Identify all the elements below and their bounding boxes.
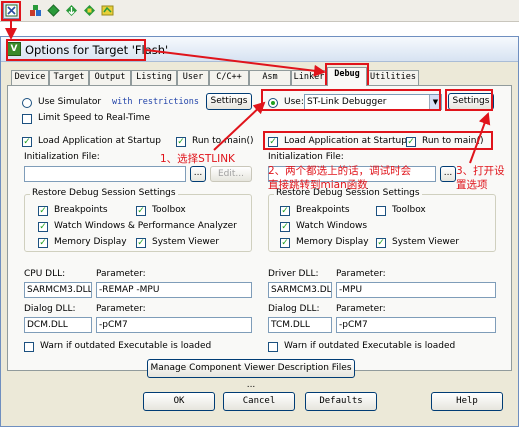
memory-display-label-left: Memory Display: [54, 237, 127, 247]
annotation-box-title: [6, 39, 146, 61]
limit-speed-checkbox[interactable]: [22, 114, 32, 124]
options-dialog: V Options for Target 'Flash' Device Targ…: [0, 36, 519, 427]
driver-dll-field[interactable]: SARMCM3.DLL: [268, 282, 332, 298]
tab-listing[interactable]: Listing: [131, 70, 177, 85]
system-viewer-checkbox-right[interactable]: ✓: [376, 238, 386, 248]
annotation-step1: 1、选择STLINK: [160, 153, 235, 165]
use-simulator-radio[interactable]: [22, 98, 32, 108]
annotation-step2-line1: 2、两个都选上的话，调试时会: [268, 165, 412, 177]
annotation-step2-line2: 直接跳转到mian函数: [268, 179, 368, 191]
breakpoints-label-left: Breakpoints: [54, 205, 108, 215]
watch-windows-label-right: Watch Windows: [296, 221, 368, 231]
tab-linker[interactable]: Linker: [291, 70, 327, 85]
system-viewer-label-right: System Viewer: [392, 237, 460, 247]
driver-dll-label: Driver DLL:: [268, 269, 319, 279]
use-simulator-label: Use Simulator: [38, 97, 102, 107]
restore-title-left: Restore Debug Session Settings: [30, 188, 178, 198]
init-file-label-right: Initialization File:: [268, 152, 344, 162]
annotation-step3-line2: 置选项: [456, 179, 488, 191]
limit-speed-label: Limit Speed to Real-Time: [38, 113, 150, 123]
dialog-dll-label-right: Dialog DLL:: [268, 304, 320, 314]
watch-windows-checkbox-left[interactable]: ✓: [38, 222, 48, 232]
dialog-parameter-field-left[interactable]: -pCM7: [96, 317, 252, 333]
warn-outdated-label-left: Warn if outdated Executable is loaded: [40, 341, 212, 351]
system-viewer-label-left: System Viewer: [152, 237, 220, 247]
build-icon[interactable]: [27, 2, 44, 19]
help-button[interactable]: Help: [431, 392, 503, 411]
defaults-button[interactable]: Defaults: [305, 392, 377, 411]
toolbox-checkbox-left[interactable]: ✓: [136, 206, 146, 216]
dialog-dll-field-right[interactable]: TCM.DLL: [268, 317, 332, 333]
manage-icon[interactable]: [99, 2, 116, 19]
toolbox-label-left: Toolbox: [152, 205, 186, 215]
annotation-step3-line1: 3、打开设: [456, 165, 505, 177]
annotation-box-debugger: [261, 89, 441, 111]
simulator-settings-button[interactable]: Settings: [206, 93, 252, 110]
annotation-box-settings: [445, 89, 493, 111]
dialog-parameter-field-right[interactable]: -pCM7: [336, 317, 496, 333]
toolbox-label-right: Toolbox: [392, 205, 426, 215]
run-to-main-label-left: Run to main(): [192, 136, 254, 146]
settings-icon[interactable]: [81, 2, 98, 19]
tab-user[interactable]: User: [177, 70, 209, 85]
ok-button[interactable]: OK: [143, 392, 215, 411]
cpu-dll-label: CPU DLL:: [24, 269, 66, 279]
watch-windows-label-left: Watch Windows & Performance Analyzer: [54, 221, 237, 231]
download-icon[interactable]: [63, 2, 80, 19]
annotation-box-toolbar: [1, 1, 21, 21]
load-app-label-left: Load Application at Startup: [38, 136, 161, 146]
tab-device[interactable]: Device: [11, 70, 49, 85]
toolbar: [0, 0, 519, 22]
driver-parameter-label: Parameter:: [336, 269, 386, 279]
init-file-edit-button[interactable]: Edit...: [210, 166, 252, 182]
init-file-browse-right[interactable]: ...: [440, 166, 456, 182]
tab-asm[interactable]: Asm: [249, 70, 291, 85]
tab-c-cpp[interactable]: C/C++: [209, 70, 249, 85]
tab-debug[interactable]: Debug: [327, 67, 367, 86]
tab-utilities[interactable]: Utilities: [367, 70, 419, 85]
dialog-parameter-label-left: Parameter:: [96, 304, 146, 314]
init-file-input-left[interactable]: [24, 166, 186, 182]
cpu-dll-field[interactable]: SARMCM3.DLL: [24, 282, 92, 298]
run-to-main-checkbox-left[interactable]: ✓: [176, 137, 186, 147]
toolbox-checkbox-right[interactable]: [376, 206, 386, 216]
breakpoints-checkbox-left[interactable]: ✓: [38, 206, 48, 216]
warn-outdated-checkbox-right[interactable]: [268, 342, 278, 352]
warn-outdated-label-right: Warn if outdated Executable is loaded: [284, 341, 456, 351]
memory-display-label-right: Memory Display: [296, 237, 369, 247]
cancel-button[interactable]: Cancel: [223, 392, 295, 411]
driver-parameter-field[interactable]: -MPU: [336, 282, 496, 298]
debug-panel: Use Simulator with restrictions Settings…: [7, 85, 512, 371]
watch-windows-checkbox-right[interactable]: ✓: [280, 222, 290, 232]
breakpoints-label-right: Breakpoints: [296, 205, 350, 215]
memory-display-checkbox-left[interactable]: ✓: [38, 238, 48, 248]
memory-display-checkbox-right[interactable]: ✓: [280, 238, 290, 248]
annotation-box-run-options: [263, 131, 493, 150]
tab-target[interactable]: Target: [49, 70, 89, 85]
tab-output[interactable]: Output: [89, 70, 131, 85]
manage-viewer-files-button[interactable]: Manage Component Viewer Description File…: [147, 359, 355, 390]
init-file-label-left: Initialization File:: [24, 152, 100, 162]
with-restrictions-link[interactable]: with restrictions: [112, 97, 199, 107]
cpu-parameter-label: Parameter:: [96, 269, 146, 279]
warn-outdated-checkbox-left[interactable]: [24, 342, 34, 352]
rebuild-icon[interactable]: [45, 2, 62, 19]
cpu-parameter-field[interactable]: -REMAP -MPU: [96, 282, 252, 298]
system-viewer-checkbox-left[interactable]: ✓: [136, 238, 146, 248]
breakpoints-checkbox-right[interactable]: ✓: [280, 206, 290, 216]
load-app-checkbox-left[interactable]: ✓: [22, 137, 32, 147]
dialog-parameter-label-right: Parameter:: [336, 304, 386, 314]
init-file-browse-left[interactable]: ...: [190, 166, 206, 182]
dialog-dll-field-left[interactable]: DCM.DLL: [24, 317, 92, 333]
dialog-dll-label-left: Dialog DLL:: [24, 304, 76, 314]
